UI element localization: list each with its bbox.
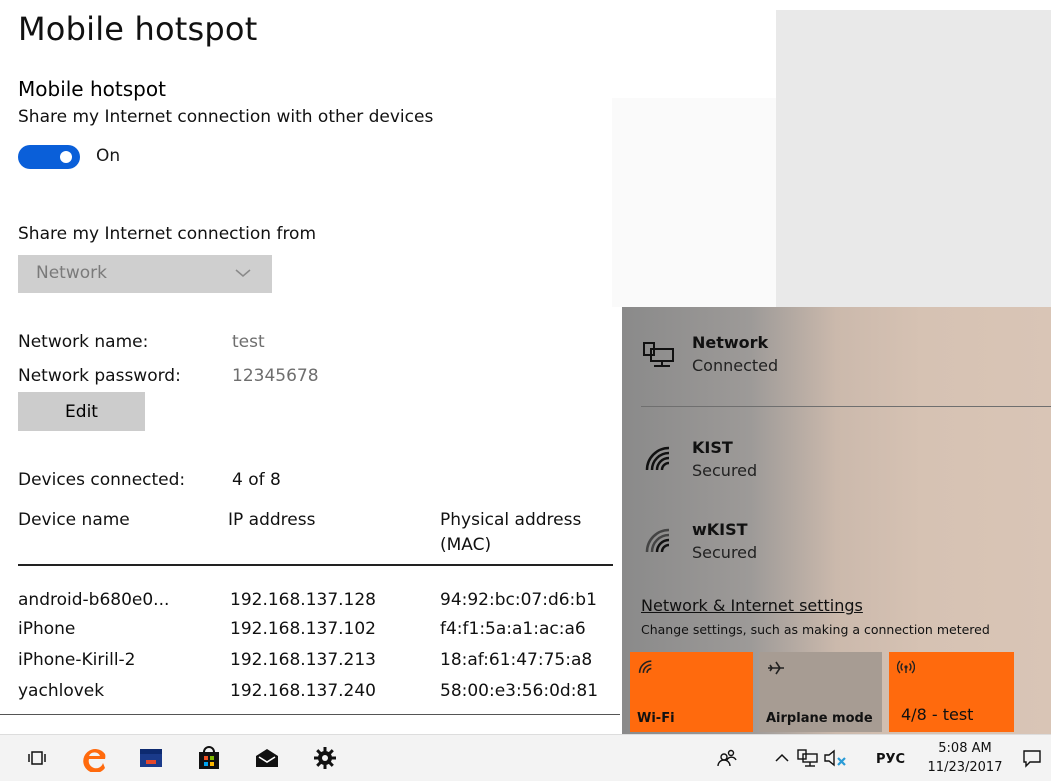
network-settings-link[interactable]: Network & Internet settings (641, 596, 863, 615)
table-row: android-b680e0... 192.168.137.128 94:92:… (18, 590, 618, 612)
input-language[interactable]: РУС (876, 752, 905, 767)
ip-cell: 192.168.137.240 (230, 681, 377, 701)
share-from-dropdown[interactable]: Network (18, 255, 272, 293)
chevron-down-icon (234, 263, 252, 284)
table-row: iPhone 192.168.137.102 f4:f1:5a:a1:ac:a6 (18, 619, 618, 641)
column-header-mac-sub: (MAC) (440, 535, 492, 555)
device-name-cell: iPhone (18, 619, 76, 639)
store-icon[interactable] (194, 743, 224, 773)
network-tray-icon[interactable] (793, 743, 823, 773)
network-name: wKIST (692, 520, 748, 539)
column-header-device-name: Device name (18, 510, 130, 530)
clock-time[interactable]: 5:08 AM (925, 741, 1005, 756)
wifi-icon (644, 528, 674, 558)
mail-icon[interactable] (252, 743, 282, 773)
network-status: Connected (692, 356, 779, 375)
mac-cell: 18:af:61:47:75:a8 (440, 650, 593, 670)
mobile-hotspot-tile-label: 4/8 - test (901, 705, 974, 724)
table-header-divider (18, 564, 613, 566)
mac-cell: f4:f1:5a:a1:ac:a6 (440, 619, 586, 639)
volume-muted-icon[interactable] (820, 743, 850, 773)
network-password-label: Network password: (18, 366, 181, 386)
settings-icon[interactable] (310, 743, 340, 773)
file-explorer-icon[interactable] (136, 743, 166, 773)
airplane-mode-tile-label: Airplane mode (766, 711, 873, 726)
network-status: Secured (692, 461, 758, 480)
share-from-label: Share my Internet connection from (18, 224, 317, 244)
background-strip (612, 98, 776, 307)
network-name-value: test (232, 332, 265, 352)
ip-cell: 192.168.137.102 (230, 619, 377, 639)
column-header-ip: IP address (228, 510, 316, 530)
device-name-cell: yachlovek (18, 681, 105, 701)
network-name: Network (692, 333, 769, 352)
task-view-icon[interactable] (22, 743, 52, 773)
ip-cell: 192.168.137.128 (230, 590, 377, 610)
device-name-cell: iPhone-Kirill-2 (18, 650, 136, 670)
page-title: Mobile hotspot (18, 10, 258, 48)
network-status: Secured (692, 543, 758, 562)
devices-connected-label: Devices connected: (18, 470, 186, 490)
wifi-icon (638, 660, 654, 678)
people-icon[interactable] (712, 743, 742, 773)
network-password-value: 12345678 (232, 366, 319, 386)
wifi-tile-label: Wi-Fi (637, 711, 675, 726)
airplane-mode-tile[interactable]: Airplane mode (759, 652, 882, 732)
column-header-mac: Physical address (440, 510, 582, 530)
action-center-icon[interactable] (1017, 743, 1047, 773)
mobile-hotspot-tile[interactable]: 4/8 - test (889, 652, 1014, 732)
network-item-wkist[interactable]: wKIST Secured (622, 514, 1051, 569)
airplane-icon (767, 660, 785, 680)
flyout-divider (641, 406, 1051, 407)
network-settings-subtitle: Change settings, such as making a connec… (641, 622, 990, 637)
toggle-knob (60, 151, 72, 163)
share-from-value: Network (36, 263, 107, 283)
edit-button[interactable]: Edit (18, 392, 145, 431)
table-bottom-divider (0, 714, 620, 715)
clock-date[interactable]: 11/23/2017 (921, 760, 1009, 775)
hotspot-toggle[interactable] (18, 145, 80, 169)
wifi-tile[interactable]: Wi-Fi (630, 652, 753, 732)
taskbar: РУС 5:08 AM 11/23/2017 (0, 734, 1051, 781)
table-row: yachlovek 192.168.137.240 58:00:e3:56:0d… (18, 681, 618, 703)
share-description: Share my Internet connection with other … (18, 107, 434, 127)
device-name-cell: android-b680e0... (18, 590, 170, 610)
section-title: Mobile hotspot (18, 77, 166, 101)
mac-cell: 58:00:e3:56:0d:81 (440, 681, 599, 701)
ip-cell: 192.168.137.213 (230, 650, 377, 670)
edge-icon[interactable] (80, 743, 110, 773)
network-name-label: Network name: (18, 332, 149, 352)
background-panel (776, 10, 1051, 307)
table-row: iPhone-Kirill-2 192.168.137.213 18:af:61… (18, 650, 618, 672)
hotspot-icon (896, 660, 916, 678)
wifi-icon (644, 446, 674, 476)
mac-cell: 94:92:bc:07:d6:b1 (440, 590, 597, 610)
devices-connected-value: 4 of 8 (232, 470, 281, 490)
network-flyout: Network Connected KIST Secured wKIST Sec… (622, 307, 1051, 734)
network-name: KIST (692, 438, 733, 457)
network-item-kist[interactable]: KIST Secured (622, 432, 1051, 487)
network-item-ethernet[interactable]: Network Connected (622, 325, 1051, 385)
ethernet-icon (642, 341, 676, 373)
toggle-state-label: On (96, 146, 121, 166)
